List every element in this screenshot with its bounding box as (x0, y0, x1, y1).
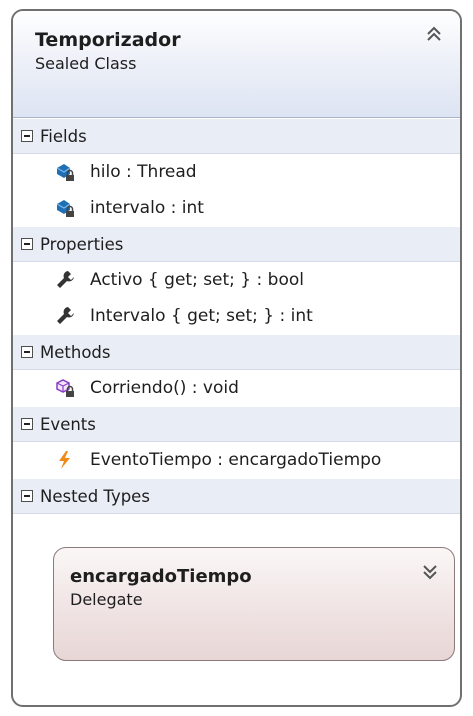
class-name: Temporizador (35, 29, 181, 51)
collapse-toggle-icon[interactable] (21, 238, 33, 250)
private-field-icon (54, 197, 76, 219)
private-field-icon (54, 161, 76, 183)
nested-types-area: encargadoTiempo Delegate (13, 514, 460, 670)
section-properties-label: Properties (40, 234, 124, 254)
class-kind: Sealed Class (35, 54, 137, 73)
property-wrench-icon (54, 305, 76, 327)
member-label: intervalo : int (90, 198, 204, 218)
collapse-toggle-icon[interactable] (21, 490, 33, 502)
nested-type-name: encargadoTiempo (70, 566, 252, 587)
member-label: Activo { get; set; } : bool (90, 270, 304, 290)
double-chevron-down-icon (423, 565, 437, 580)
member-label: Corriendo() : void (90, 378, 239, 398)
section-properties-header[interactable]: Properties (13, 226, 460, 262)
double-chevron-up-icon (427, 26, 441, 41)
section-fields-label: Fields (40, 126, 87, 146)
section-methods-label: Methods (40, 342, 111, 362)
nested-type-kind: Delegate (70, 590, 143, 609)
expand-button[interactable] (420, 561, 440, 583)
section-events-label: Events (40, 414, 96, 434)
class-header: Temporizador Sealed Class (13, 11, 460, 118)
section-nested-types-header[interactable]: Nested Types (13, 478, 460, 514)
collapse-toggle-icon[interactable] (21, 130, 33, 142)
event-lightning-icon (54, 449, 76, 471)
private-method-icon (54, 377, 76, 399)
collapse-toggle-icon[interactable] (21, 346, 33, 358)
member-field-hilo[interactable]: hilo : Thread (13, 154, 460, 190)
member-property-intervalo[interactable]: Intervalo { get; set; } : int (13, 298, 460, 334)
section-events-header[interactable]: Events (13, 406, 460, 442)
section-nested-types-label: Nested Types (40, 486, 150, 506)
section-methods-header[interactable]: Methods (13, 334, 460, 370)
member-event-eventotiempo[interactable]: EventoTiempo : encargadoTiempo (13, 442, 460, 478)
member-method-corriendo[interactable]: Corriendo() : void (13, 370, 460, 406)
nested-delegate-shape[interactable]: encargadoTiempo Delegate (53, 547, 455, 661)
class-shape[interactable]: Temporizador Sealed Class Fields hilo : … (11, 9, 462, 707)
member-label: Intervalo { get; set; } : int (90, 306, 313, 326)
member-field-intervalo[interactable]: intervalo : int (13, 190, 460, 226)
member-property-activo[interactable]: Activo { get; set; } : bool (13, 262, 460, 298)
member-label: hilo : Thread (90, 162, 197, 182)
section-fields-header[interactable]: Fields (13, 118, 460, 154)
property-wrench-icon (54, 269, 76, 291)
member-label: EventoTiempo : encargadoTiempo (90, 450, 382, 470)
collapse-button[interactable] (424, 24, 444, 46)
collapse-toggle-icon[interactable] (21, 418, 33, 430)
